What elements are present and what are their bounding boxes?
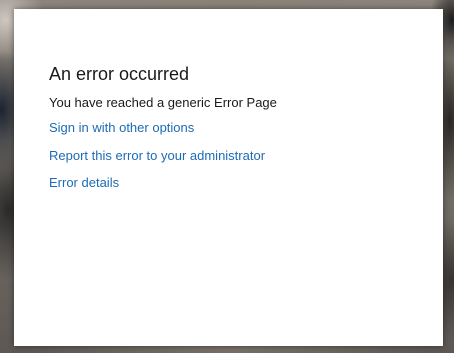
report-error-link[interactable]: Report this error to your administrator	[49, 148, 265, 163]
error-title: An error occurred	[49, 64, 190, 84]
sign-in-other-options-link[interactable]: Sign in with other options	[49, 120, 194, 135]
error-dialog: An error occurred You have reached a gen…	[14, 9, 443, 346]
error-details-link[interactable]: Error details	[49, 175, 119, 190]
error-message: You have reached a generic Error Page	[49, 95, 277, 110]
